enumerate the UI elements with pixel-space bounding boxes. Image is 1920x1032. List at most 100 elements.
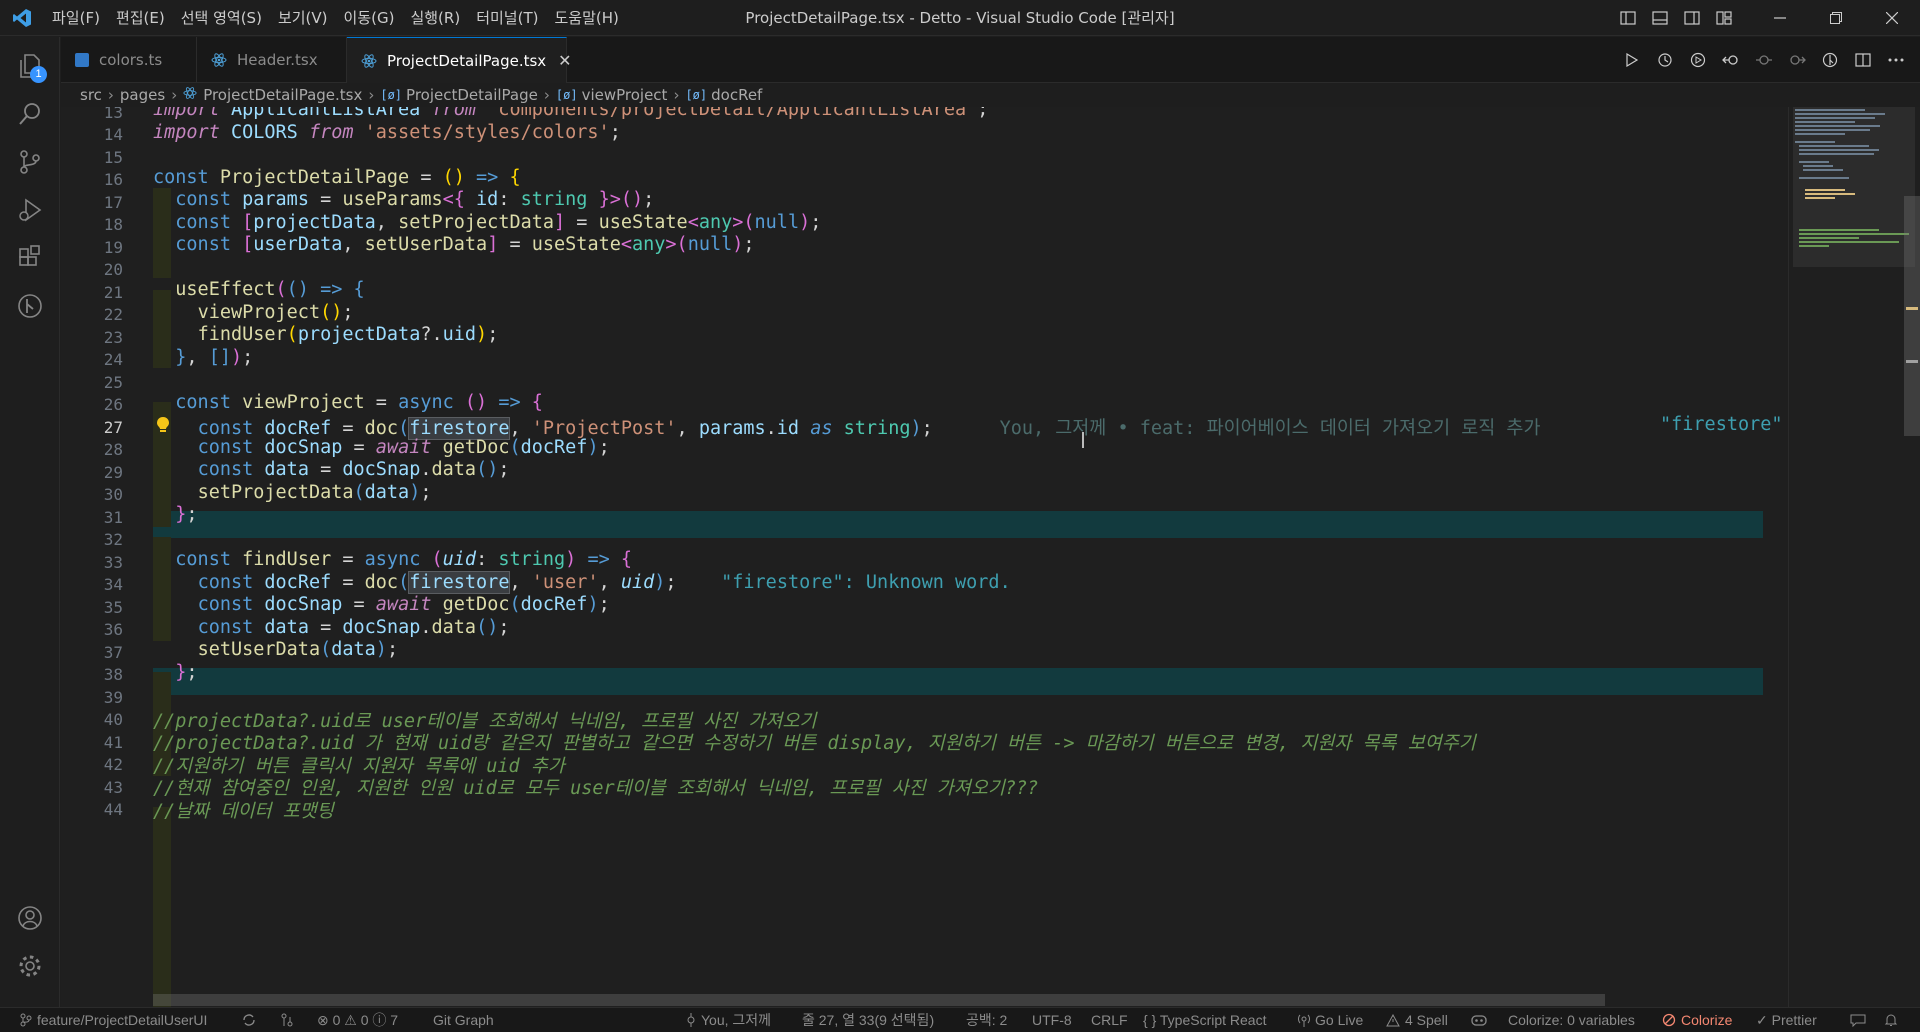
toggle-secondary-sidebar-icon[interactable] — [1676, 0, 1708, 36]
scrollbar-marker — [1906, 360, 1918, 363]
prettier-status[interactable]: ✓ Prettier — [1756, 1008, 1817, 1032]
notifications-bell-icon[interactable] — [1884, 1008, 1903, 1032]
code-line: findUser(projectData?.uid); — [197, 324, 499, 345]
code-line: setProjectData(data); — [197, 482, 432, 503]
copilot-icon[interactable] — [1470, 1008, 1493, 1032]
breadcrumb-component[interactable]: ProjectDetailPage — [406, 86, 538, 104]
code-line: const params = useParams<{ id: string }>… — [175, 189, 655, 210]
restore-icon[interactable] — [1808, 0, 1864, 36]
code-content[interactable]: import ApplyButtonArea from 'components/… — [61, 107, 1781, 1007]
no-entry-icon — [1662, 1013, 1676, 1027]
menu-go[interactable]: 이동(G) — [336, 5, 403, 31]
split-editor-icon[interactable] — [1846, 45, 1879, 75]
minimize-icon[interactable] — [1752, 0, 1808, 36]
code-line: import ApplicantListArea from 'component… — [153, 107, 989, 120]
tab-colors-ts[interactable]: colors.ts — [61, 37, 197, 82]
status-bar: feature/ProjectDetailUserUI ⊗ 0 ⚠ 0 ⓘ 7 … — [0, 1007, 1920, 1032]
git-blame-hint: You, 그저께 • feat: 파이어베이스 데이터 가져오기 로직 추가 — [999, 418, 1541, 439]
branch-indicator[interactable]: feature/ProjectDetailUserUI — [20, 1008, 207, 1032]
git-fetch-icon[interactable] — [280, 1008, 299, 1032]
cursor-position[interactable]: 줄 27, 열 33(9 선택됨) — [802, 1008, 934, 1032]
breadcrumb-src[interactable]: src — [80, 86, 102, 104]
variable-symbol-icon: [ø] — [380, 88, 403, 102]
close-tab-icon[interactable]: ✕ — [558, 51, 571, 70]
go-live-button[interactable]: Go Live — [1298, 1008, 1363, 1032]
more-actions-icon[interactable] — [1879, 45, 1912, 75]
window-title: ProjectDetailPage.tsx - Detto - Visual S… — [745, 9, 1175, 27]
colorize-variables[interactable]: Colorize: 0 variables — [1508, 1008, 1635, 1032]
breadcrumb-function[interactable]: viewProject — [582, 86, 668, 104]
blame-author: You, 그저께 — [701, 1012, 772, 1028]
toggle-primary-sidebar-icon[interactable] — [1612, 0, 1644, 36]
timeline-history-icon[interactable] — [1648, 45, 1681, 75]
tab-label: colors.ts — [99, 50, 163, 69]
lightbulb-icon[interactable] — [156, 416, 170, 434]
menu-bar: 파일(F) 편집(E) 선택 영역(S) 보기(V) 이동(G) 실행(R) 터… — [44, 0, 627, 36]
minimap[interactable] — [1788, 107, 1920, 1007]
code-line: const data = docSnap.data(); — [197, 459, 510, 480]
explorer-badge: 1 — [30, 66, 47, 83]
editor-actions — [1615, 37, 1912, 82]
branch-name: feature/ProjectDetailUserUI — [37, 1012, 208, 1028]
react-file-icon — [211, 52, 227, 68]
git-commit-icon[interactable] — [1747, 45, 1780, 75]
variable-symbol-icon: [ø] — [555, 88, 578, 102]
activity-bar: 1 — [0, 37, 60, 1007]
language-mode[interactable]: { } TypeScript React — [1143, 1008, 1266, 1032]
chevron-right-icon: › — [673, 86, 680, 104]
code-line: useEffect(() => { — [175, 279, 365, 300]
spell-diagnostic-27: "firestore" — [1660, 414, 1783, 435]
git-commit-icon — [687, 1013, 695, 1027]
code-line: const [userData, setUserData] = useState… — [175, 234, 755, 255]
vertical-scrollbar-thumb[interactable] — [1904, 196, 1920, 436]
tab-projectdetailpage-tsx[interactable]: ProjectDetailPage.tsx ✕ — [347, 37, 572, 83]
code-line: viewProject(); — [197, 302, 354, 323]
sync-icon[interactable] — [242, 1008, 261, 1032]
menu-view[interactable]: 보기(V) — [270, 5, 336, 31]
menu-selection[interactable]: 선택 영역(S) — [173, 5, 270, 31]
tab-label: Header.tsx — [237, 50, 318, 69]
run-file-icon[interactable] — [1615, 45, 1648, 75]
breadcrumb-file[interactable]: ProjectDetailPage.tsx — [203, 86, 362, 104]
git-next-change-icon[interactable] — [1780, 45, 1813, 75]
menu-edit[interactable]: 편집(E) — [108, 5, 173, 31]
encoding[interactable]: UTF-8 — [1032, 1008, 1072, 1032]
end-of-line[interactable]: CRLF — [1091, 1008, 1128, 1032]
comment-line: //날짜 데이터 포맷팅 — [153, 801, 334, 822]
git-blame-status[interactable]: You, 그저께 — [686, 1008, 771, 1032]
menu-terminal[interactable]: 터미널(T) — [468, 5, 546, 31]
customize-layout-icon[interactable] — [1708, 0, 1740, 36]
chevron-right-icon: › — [171, 86, 178, 104]
tab-header-tsx[interactable]: Header.tsx — [197, 37, 347, 82]
git-graph-icon[interactable] — [0, 277, 60, 335]
feedback-icon[interactable] — [1850, 1008, 1871, 1032]
git-graph-button[interactable]: Git Graph — [433, 1008, 494, 1032]
mouse-text-cursor — [1082, 432, 1084, 448]
git-previous-change-icon[interactable] — [1714, 45, 1747, 75]
breadcrumb-pages[interactable]: pages — [120, 86, 165, 104]
code-line: const findUser = async (uid: string) => … — [175, 549, 633, 570]
menu-run[interactable]: 실행(R) — [402, 5, 468, 31]
minimap-preview — [1795, 109, 1909, 247]
spell-diagnostic: "firestore": Unknown word. — [721, 572, 1011, 593]
menu-help[interactable]: 도움말(H) — [546, 5, 626, 31]
close-window-icon[interactable] — [1864, 0, 1920, 36]
scrollbar-marker — [1906, 307, 1918, 310]
warning-icon — [1386, 1013, 1400, 1026]
horizontal-scrollbar-thumb[interactable] — [153, 994, 1605, 1006]
spell-check-status[interactable]: 4 Spell — [1386, 1008, 1448, 1032]
chevron-right-icon: › — [368, 86, 375, 104]
code-line: const [projectData, setProjectData] = us… — [175, 212, 822, 233]
indentation[interactable]: 공백: 2 — [966, 1008, 1007, 1032]
menu-file[interactable]: 파일(F) — [44, 5, 108, 31]
variable-symbol-icon: [ø] — [685, 88, 708, 102]
breadcrumb-variable[interactable]: docRef — [711, 86, 762, 104]
run-circle-icon[interactable] — [1681, 45, 1714, 75]
toggle-panel-icon[interactable] — [1644, 0, 1676, 36]
open-changes-icon[interactable] — [1813, 45, 1846, 75]
chevron-right-icon: › — [107, 86, 114, 104]
colorize-toggle[interactable]: Colorize — [1662, 1008, 1732, 1032]
settings-gear-icon[interactable] — [0, 937, 60, 995]
problems-indicator[interactable]: ⊗ 0 ⚠ 0 ⓘ 7 — [317, 1008, 398, 1032]
code-line: setUserData(data); — [197, 639, 399, 660]
